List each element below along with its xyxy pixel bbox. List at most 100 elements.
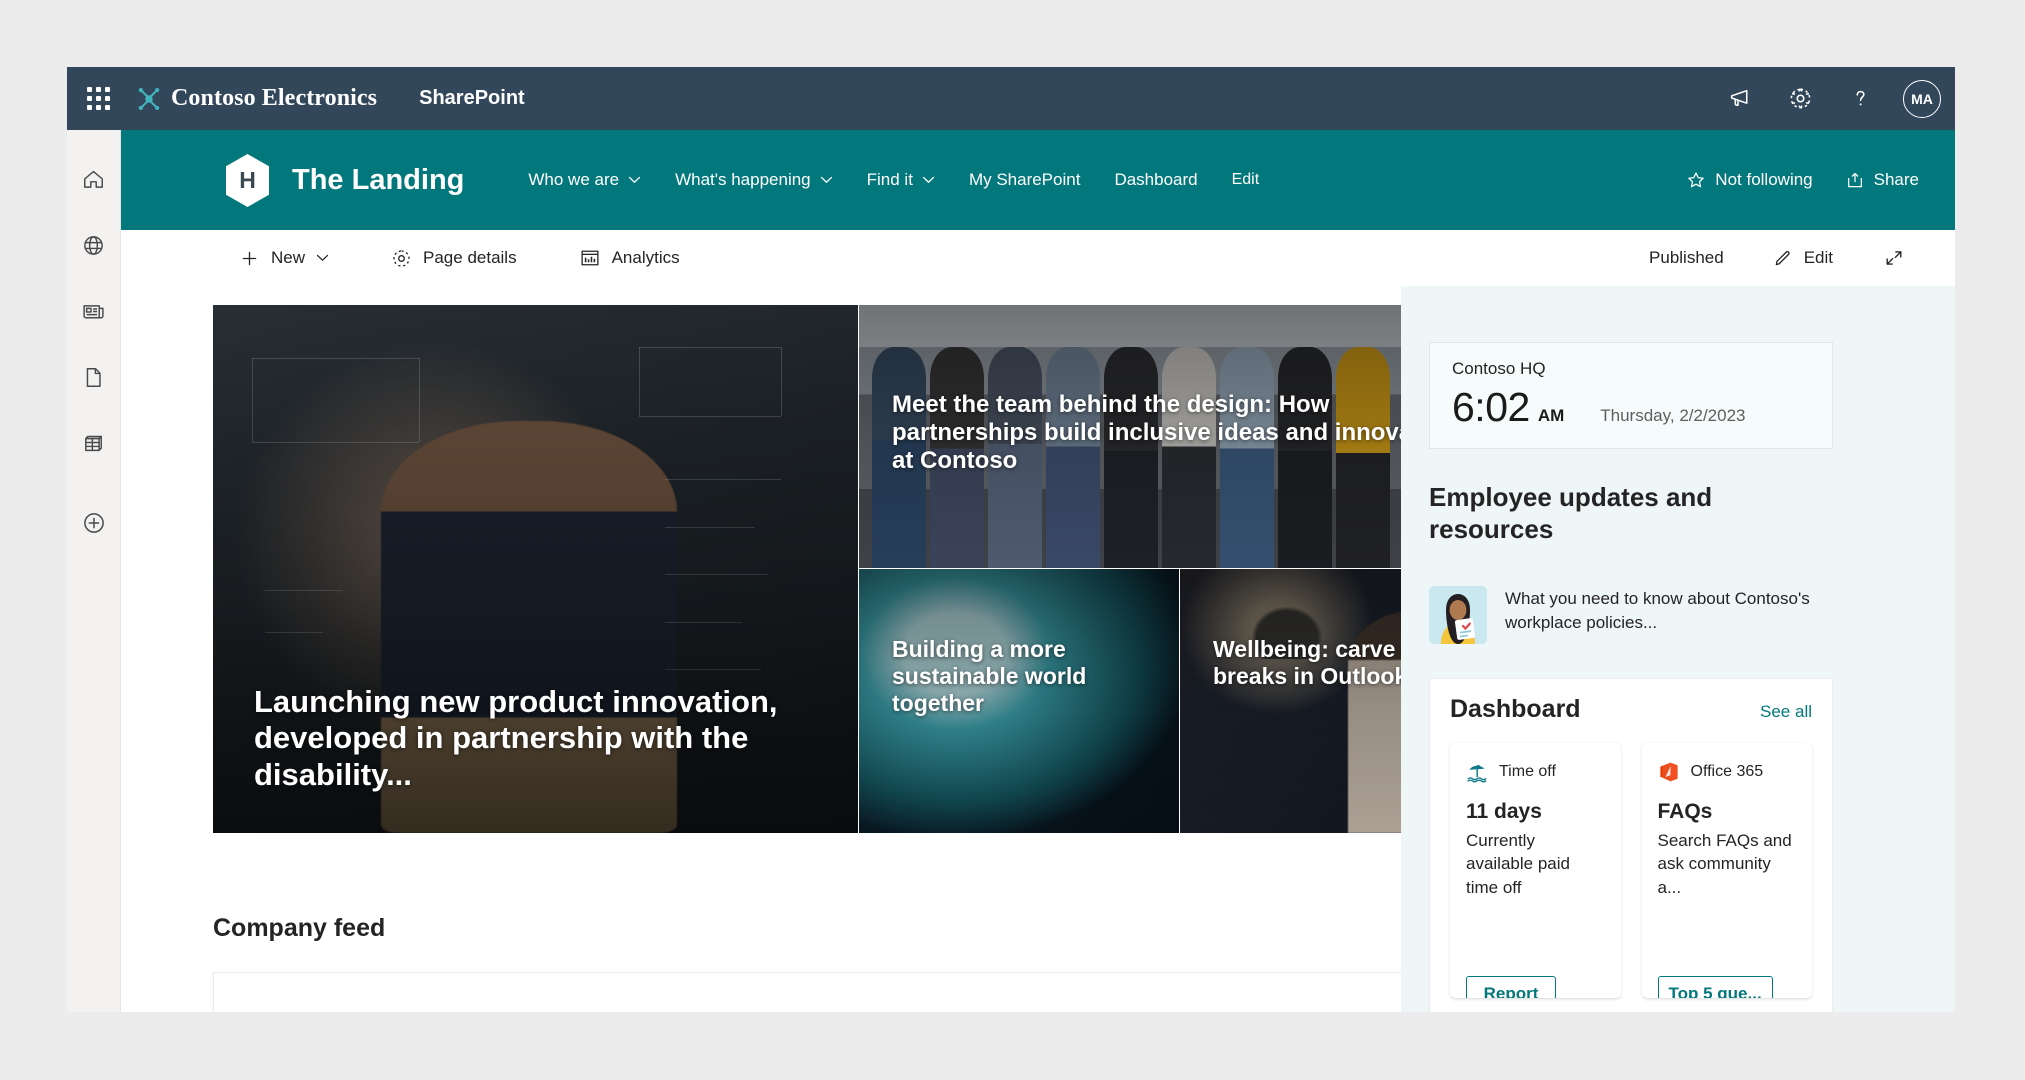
brand-link[interactable]: Contoso Electronics xyxy=(136,85,377,112)
site-header: H The Landing Who we are What's happenin… xyxy=(121,130,1955,230)
megaphone-icon[interactable] xyxy=(1717,76,1763,122)
page-details-button[interactable]: Page details xyxy=(377,240,531,277)
news-icon xyxy=(83,304,104,318)
site-header-actions: Not following Share xyxy=(1674,162,1931,198)
suite-actions: MA xyxy=(1717,67,1941,130)
file-icon xyxy=(86,367,101,387)
hero-tile-primary[interactable]: Launching new product innovation, develo… xyxy=(213,305,858,833)
dashboard-header: Dashboard See all xyxy=(1450,695,1812,724)
hero-title-tertiary: Building a more sustainable world togeth… xyxy=(892,636,1087,716)
dashboard-card-title: 11 days xyxy=(1466,800,1542,823)
company-feed-card[interactable] xyxy=(213,972,1505,1012)
create-icon xyxy=(83,513,104,533)
plus-icon xyxy=(242,251,257,265)
new-label: New xyxy=(271,248,306,267)
app-launcher-button[interactable] xyxy=(67,67,130,130)
hero-title-primary: Launching new product innovation, develo… xyxy=(254,684,778,792)
svg-text:H: H xyxy=(239,167,256,193)
clock-row: 6:02 AM Thursday, 2/2/2023 xyxy=(1452,384,1810,431)
dashboard-card-action-button[interactable]: Top 5 que... xyxy=(1657,976,1773,998)
dashboard-see-all-link[interactable]: See all xyxy=(1760,702,1812,722)
dashboard-card-header: Time off xyxy=(1466,761,1605,783)
avatar[interactable]: MA xyxy=(1903,79,1941,118)
clock-meridiem: AM xyxy=(1537,406,1565,425)
follow-label: Not following xyxy=(1715,170,1813,189)
dashboard-title: Dashboard xyxy=(1450,695,1581,723)
globe-icon xyxy=(84,235,103,255)
dashboard-cards: Time off 11 days Currently available pai… xyxy=(1450,743,1812,998)
hexagon-logo-icon: H xyxy=(226,153,269,207)
dashboard-card-action-button[interactable]: Report xyxy=(1466,976,1556,998)
site-title[interactable]: The Landing xyxy=(292,164,464,197)
rail-item-files[interactable] xyxy=(71,354,117,400)
nav-label: Edit xyxy=(1231,171,1260,188)
nav-item-my-sharepoint[interactable]: My SharePoint xyxy=(952,162,1098,198)
main-column: Launching new product innovation, develo… xyxy=(121,286,1505,1012)
nav-label: My SharePoint xyxy=(968,170,1081,189)
nav-item-edit[interactable]: Edit xyxy=(1215,163,1277,197)
dashboard-web-part: Dashboard See all Time off 11 days Curre… xyxy=(1429,678,1833,1012)
star-icon xyxy=(1688,172,1705,188)
suite-app-name[interactable]: SharePoint xyxy=(419,87,525,110)
share-icon xyxy=(1847,173,1862,188)
dashboard-card-title: FAQs xyxy=(1657,800,1713,823)
clock-time: 6:02 xyxy=(1452,384,1530,430)
rail-item-home[interactable] xyxy=(71,156,117,202)
nav-item-whats-happening[interactable]: What's happening xyxy=(658,162,850,198)
employee-update-thumbnail xyxy=(1429,586,1487,644)
help-icon[interactable] xyxy=(1837,76,1883,122)
employee-updates-heading: Employee updates and resources xyxy=(1429,482,1713,544)
page-canvas: Launching new product innovation, develo… xyxy=(121,286,1955,1012)
avatar-initials: MA xyxy=(1911,90,1933,107)
nav-label: Dashboard xyxy=(1114,170,1198,189)
nav-item-who-we-are[interactable]: Who we are xyxy=(511,162,658,198)
dashboard-card-app-name: Office 365 xyxy=(1690,763,1764,780)
pencil-icon xyxy=(1775,250,1790,265)
dashboard-card-description: Currently available paid time off xyxy=(1466,831,1570,897)
rail-item-news[interactable] xyxy=(71,288,117,334)
office-365-icon xyxy=(1659,762,1678,782)
chevron-down-icon xyxy=(820,176,832,183)
nav-label: What's happening xyxy=(675,170,811,189)
sharepoint-window: Contoso Electronics SharePoint MA Search… xyxy=(67,67,1955,1012)
dashboard-card-office-365[interactable]: Office 365 FAQs Search FAQs and ask comm… xyxy=(1641,743,1812,998)
published-status: Published xyxy=(1649,248,1724,267)
waffle-icon xyxy=(87,87,110,110)
nav-label: Find it xyxy=(866,170,913,189)
edit-button[interactable]: Edit xyxy=(1758,240,1847,277)
share-button[interactable]: Share xyxy=(1833,162,1931,198)
lists-icon xyxy=(85,435,102,451)
share-label: Share xyxy=(1873,170,1919,189)
new-button[interactable]: New xyxy=(225,240,343,277)
follow-button[interactable]: Not following xyxy=(1674,162,1824,198)
chevron-down-icon xyxy=(628,176,641,183)
gear-icon[interactable] xyxy=(1777,76,1823,122)
gear-icon xyxy=(393,249,410,267)
nav-item-find-it[interactable]: Find it xyxy=(850,162,952,198)
rail-item-sites[interactable] xyxy=(71,222,117,268)
dashboard-card-time-off[interactable]: Time off 11 days Currently available pai… xyxy=(1450,743,1621,998)
nav-item-dashboard[interactable]: Dashboard xyxy=(1097,162,1214,198)
full-screen-button[interactable] xyxy=(1869,239,1919,277)
left-rail xyxy=(67,130,121,1012)
side-column: Contoso HQ 6:02 AM Thursday, 2/2/2023 Em… xyxy=(1401,286,1955,1012)
home-icon xyxy=(84,170,103,188)
nav-label: Who we are xyxy=(528,170,620,189)
employee-update-item[interactable]: What you need to know about Contoso's wo… xyxy=(1429,586,1829,644)
clock-date: Thursday, 2/2/2023 xyxy=(1600,406,1746,425)
hero-tile-tertiary[interactable]: Building a more sustainable world togeth… xyxy=(859,569,1179,833)
dashboard-card-description: Search FAQs and ask community a... xyxy=(1657,831,1792,897)
rail-item-lists[interactable] xyxy=(71,420,117,466)
analytics-label: Analytics xyxy=(611,248,680,267)
analytics-button[interactable]: Analytics xyxy=(565,239,694,277)
employee-update-text: What you need to know about Contoso's wo… xyxy=(1505,589,1810,633)
dashboard-card-header: Office 365 xyxy=(1658,761,1797,783)
rail-item-create[interactable] xyxy=(71,500,117,546)
time-off-icon xyxy=(1467,765,1487,783)
chevron-down-icon xyxy=(922,176,935,183)
person-illustration-icon xyxy=(1429,586,1487,644)
brand-name: Contoso Electronics xyxy=(171,85,378,111)
world-clock-card[interactable]: Contoso HQ 6:02 AM Thursday, 2/2/2023 xyxy=(1429,342,1833,449)
chevron-down-icon xyxy=(316,254,329,261)
site-logo[interactable]: H xyxy=(224,153,271,207)
